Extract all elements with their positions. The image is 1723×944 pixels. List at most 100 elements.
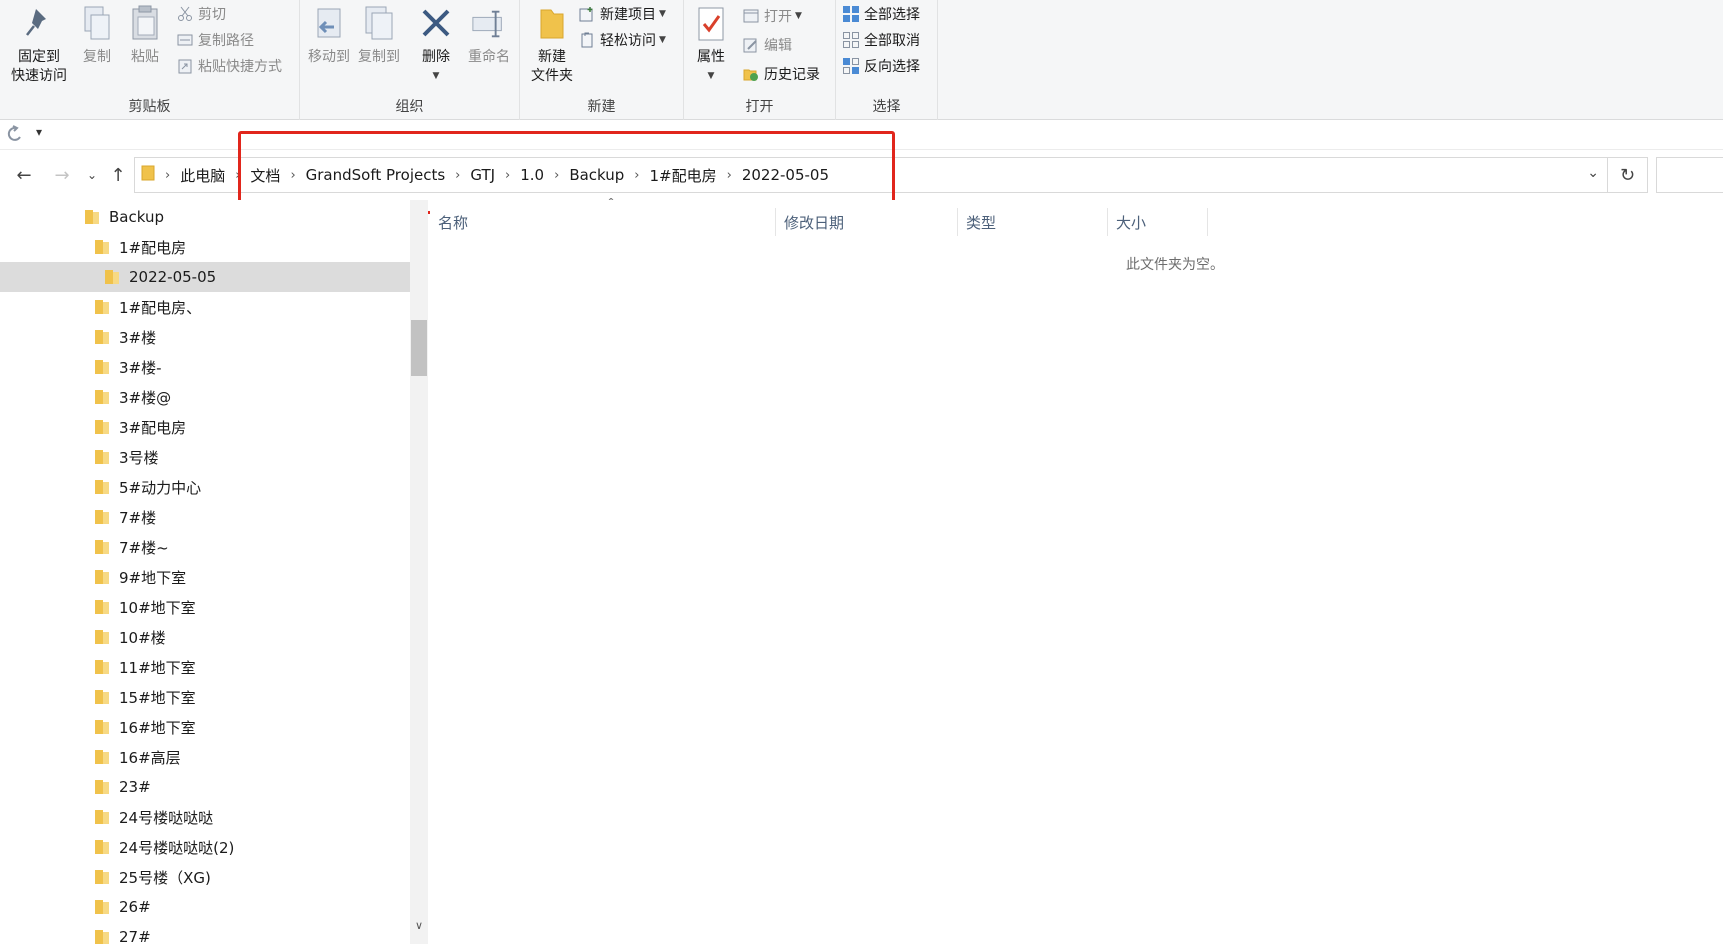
paste-button[interactable]: 粘贴 [124, 4, 166, 67]
move-to-button[interactable]: 移动到 [306, 4, 352, 67]
tree-scrollbar-thumb[interactable] [411, 320, 427, 376]
breadcrumb-separator-icon[interactable]: › [286, 168, 299, 183]
new-folder-button[interactable]: 新建 文件夹 [524, 4, 580, 86]
folder-icon [95, 720, 109, 734]
breadcrumb-separator-icon[interactable]: › [630, 168, 643, 183]
breadcrumb-documents[interactable]: 文档 [244, 165, 286, 186]
breadcrumb-grandsoft-projects[interactable]: GrandSoft Projects [300, 166, 452, 184]
breadcrumb-separator-icon[interactable]: › [550, 168, 563, 183]
invert-selection-button[interactable]: 反向选择 [842, 54, 920, 78]
breadcrumb-separator-icon[interactable]: › [501, 168, 514, 183]
undo-icon[interactable] [6, 125, 24, 147]
easy-access-button[interactable]: 轻松访问 ▼ [578, 28, 666, 52]
column-header-name[interactable]: 名称 [430, 208, 776, 236]
tree-item[interactable]: 1#配电房、 [0, 292, 410, 322]
tree-scrollbar[interactable] [410, 200, 428, 944]
new-item-icon [578, 5, 596, 23]
breadcrumb-gtj[interactable]: GTJ [464, 166, 501, 184]
tree-item-label: 3#楼- [119, 358, 162, 377]
column-header-type[interactable]: 类型 [958, 208, 1108, 236]
tree-item[interactable]: 7#楼~ [0, 532, 410, 562]
tree-item[interactable]: 1#配电房 [0, 232, 410, 262]
properties-button[interactable]: 属性 ▼ [688, 4, 734, 86]
new-item-button[interactable]: 新建项目 ▼ [578, 2, 666, 26]
tree-item-selected[interactable]: 2022-05-05 [0, 262, 410, 292]
open-button[interactable]: 打开 ▼ [742, 4, 802, 28]
tree-item[interactable]: 27# [0, 922, 410, 944]
column-header-modified[interactable]: 修改日期 [776, 208, 958, 236]
recent-locations-button[interactable]: ⌄ [80, 161, 104, 189]
file-list-pane[interactable]: 名称 修改日期 类型 大小 [430, 200, 1723, 944]
tree-item[interactable]: 10#楼 [0, 622, 410, 652]
tree-item[interactable]: 3#配电房 [0, 412, 410, 442]
tree-item[interactable]: 24号楼哒哒哒 [0, 802, 410, 832]
rename-button[interactable]: 重命名 [464, 4, 514, 67]
tree-item[interactable]: 23# [0, 772, 410, 802]
tree-item[interactable]: 7#楼 [0, 502, 410, 532]
properties-checkmark-icon [693, 4, 729, 44]
address-history-chevron-icon[interactable]: ⌄ [1587, 165, 1599, 181]
tree-item[interactable]: 15#地下室 [0, 682, 410, 712]
pin-quick-access-button[interactable]: 固定到 快速访问 [6, 4, 72, 86]
search-input[interactable] [1656, 157, 1723, 193]
tree-item[interactable]: 5#动力中心 [0, 472, 410, 502]
breadcrumb-version[interactable]: 1.0 [514, 166, 550, 184]
folder-icon [95, 600, 109, 614]
forward-button[interactable]: → [50, 161, 74, 189]
breadcrumb-this-pc[interactable]: 此电脑 [174, 165, 231, 186]
breadcrumb-backup[interactable]: Backup [563, 166, 630, 184]
history-icon [742, 65, 760, 83]
breadcrumb-separator-icon[interactable]: › [723, 168, 736, 183]
tree-item[interactable]: 11#地下室 [0, 652, 410, 682]
copy-path-button[interactable]: 复制路径 [176, 28, 254, 52]
tree-item[interactable]: 16#高层 [0, 742, 410, 772]
column-header-size[interactable]: 大小 [1108, 208, 1208, 236]
breadcrumb-separator-icon[interactable]: › [451, 168, 464, 183]
tree-item[interactable]: 24号楼哒哒哒(2) [0, 832, 410, 862]
tree-item[interactable]: Backup [0, 202, 410, 232]
paste-shortcut-button[interactable]: 粘贴快捷方式 [176, 54, 282, 78]
edit-button[interactable]: 编辑 [742, 33, 792, 57]
edit-label: 编辑 [764, 38, 792, 54]
open-label: 打开 [764, 9, 792, 25]
copy-button[interactable]: 复制 [76, 4, 118, 67]
refresh-button[interactable]: ↻ [1608, 157, 1648, 193]
scroll-down-chevron-icon[interactable]: ∨ [410, 916, 428, 934]
breadcrumb-date-folder[interactable]: 2022-05-05 [736, 166, 835, 184]
cut-button[interactable]: 剪切 [176, 2, 226, 26]
tree-item[interactable]: 3#楼 [0, 322, 410, 352]
tree-item[interactable]: 3#楼- [0, 352, 410, 382]
select-all-label: 全部选择 [864, 7, 920, 23]
tree-item-label: 3#配电房 [119, 418, 187, 437]
tree-item[interactable]: 26# [0, 892, 410, 922]
select-none-button[interactable]: 全部取消 [842, 28, 920, 52]
tree-item[interactable]: 9#地下室 [0, 562, 410, 592]
breadcrumb-separator-icon: › [165, 167, 171, 183]
clipboard-group-label: 剪贴板 [128, 99, 171, 115]
delete-chevron-down-icon: ▼ [432, 71, 440, 81]
new-item-label: 新建项目 [600, 7, 656, 23]
tree-item-label: 1#配电房、 [119, 298, 202, 317]
copy-label: 复制 [83, 49, 111, 65]
back-button[interactable]: ← [12, 161, 36, 189]
customize-toolbar-chevron-icon[interactable]: ▾ [36, 125, 42, 139]
breadcrumb-separator-icon[interactable]: › [231, 168, 244, 183]
copy-icon [79, 4, 115, 44]
address-bar[interactable]: › 此电脑 › 文档 › GrandSoft Projects › GTJ › … [134, 157, 1608, 193]
rename-label: 重命名 [468, 49, 510, 65]
breadcrumb-distribution-room[interactable]: 1#配电房 [644, 165, 723, 186]
tree-item[interactable]: 16#地下室 [0, 712, 410, 742]
up-button[interactable]: ↑ [106, 161, 130, 189]
folder-icon [95, 810, 109, 824]
history-button[interactable]: 历史记录 [742, 62, 820, 86]
tree-item[interactable]: 25号楼（XG) [0, 862, 410, 892]
copy-to-button[interactable]: 复制到 [356, 4, 402, 67]
select-all-button[interactable]: 全部选择 [842, 2, 920, 26]
tree-item[interactable]: 3#楼@ [0, 382, 410, 412]
chevron-down-icon: ⌄ [86, 168, 98, 182]
easy-access-label: 轻松访问 [600, 33, 656, 49]
tree-item[interactable]: 3号楼 [0, 442, 410, 472]
navigation-tree: Backup 1#配电房 2022-05-05 1#配电房、 3#楼 3#楼- … [0, 200, 410, 944]
delete-button[interactable]: 删除 ▼ [416, 4, 456, 86]
tree-item[interactable]: 10#地下室 [0, 592, 410, 622]
